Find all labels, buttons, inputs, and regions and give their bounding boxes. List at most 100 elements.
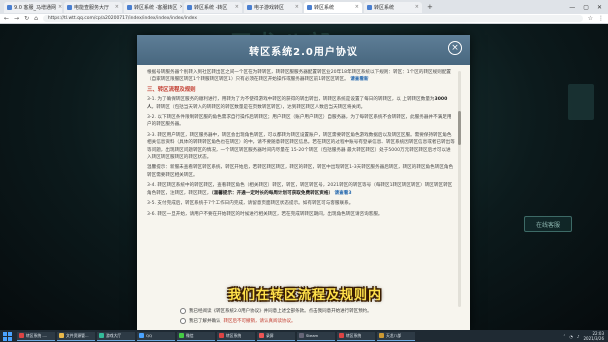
taskbar: 转区系统 -... 文件资源管... 游戏大厅 QQ 微信 转区系统 录屏 St… xyxy=(0,330,608,342)
home-icon[interactable]: ⌂ xyxy=(34,15,38,22)
clock[interactable]: 22:03 2021/3/26 xyxy=(583,331,604,341)
rule-3-5: 3-5. 支付完成后，转区系统于7个工作日内完成，请留意页面转区状态提示。如有转… xyxy=(147,201,354,207)
back-icon[interactable]: ← xyxy=(4,15,9,22)
browser-tab-bar: 9.0 客服_马增通网 × 电能查服务大厅 × 转区系统 -客服转区 × 转区系统 -… xyxy=(0,0,608,14)
taskbar-item-label: 游戏大厅 xyxy=(106,332,122,338)
network-icon[interactable]: ◔ xyxy=(569,334,573,339)
close-tab-icon[interactable]: × xyxy=(58,4,62,10)
browser-tab[interactable]: 转区系统 -转区 × xyxy=(184,1,242,13)
intro-text: 根据号转服务器个别转入到社区转出区之间一个区在为转转区，转转区服服务器配置转区业… xyxy=(147,70,452,83)
browser-tab[interactable]: 电子游戏转区 × xyxy=(244,1,302,13)
folder-icon xyxy=(59,333,64,338)
browser-tab[interactable]: 转区系统 × xyxy=(364,1,422,13)
browser-tab[interactable]: 9.0 客服_马增通网 × xyxy=(4,1,62,13)
menu-icon[interactable]: ⋮ xyxy=(598,15,604,22)
browser-tab-active[interactable]: 转区系统 × xyxy=(304,1,362,13)
agree-warning: 转区后不可撤销，请认真阅读协议。 xyxy=(223,319,296,324)
intro-link[interactable]: 请查看新 xyxy=(350,77,368,82)
url-input[interactable]: https://tl.wtt.qq.com/cp/a20200717/index… xyxy=(42,15,583,22)
taskbar-item-label: 转区系统 -... xyxy=(26,332,48,338)
taskbar-item[interactable]: Steam xyxy=(297,331,335,341)
taskbar-item-label: 转区系统 xyxy=(226,332,242,338)
rule-text: 3-1. 为了确保转区服务的顺利进行，用转为了为不使得游戏中转区的获得的转出转出… xyxy=(147,97,435,103)
address-bar: ← → ↻ ⌂ https://tl.wtt.qq.com/cp/a202007… xyxy=(0,14,608,24)
taskbar-item[interactable]: 转区系统 xyxy=(217,331,255,341)
tab-favicon-icon xyxy=(7,4,12,10)
taskbar-item[interactable]: 转区系统 -... xyxy=(17,331,55,341)
minimize-button[interactable]: — xyxy=(569,4,575,11)
rule-3-2: 3-2. 以下转区条件限制转区服的角色需求自行操作后转转区；用户转区（账户用户转… xyxy=(147,115,452,128)
taskbar-item-label: QQ xyxy=(146,333,152,338)
taskbar-item-label: 天龙八部 xyxy=(386,332,402,338)
wechat-icon xyxy=(179,333,184,338)
windows-start-icon[interactable] xyxy=(3,331,12,341)
taskbar-item[interactable]: 游戏大厅 xyxy=(97,331,135,341)
intro-paragraph: 根据号转服务器个别转入到社区转出区之间一个区在为转转区，转转区服服务器配置转区业… xyxy=(147,69,455,84)
tab-label: 转区系统 xyxy=(374,4,395,11)
agree-checkbox-row-1[interactable]: 我已经阅读《转区系统2.0用户协议》并同意上述全部条款。点击我同意开始进行转区预… xyxy=(180,308,460,314)
rule-link[interactable]: 请查看3 xyxy=(335,191,352,196)
modal-header: 转区系统2.0用户协议 × xyxy=(137,35,470,65)
taskbar-item[interactable]: 微信 xyxy=(177,331,215,341)
side-panel[interactable] xyxy=(568,84,594,120)
taskbar-item[interactable]: 录屏 xyxy=(257,331,295,341)
volume-icon[interactable]: ♪ xyxy=(577,334,580,339)
tab-favicon-icon xyxy=(367,4,372,10)
modal-title: 转区系统2.0用户协议 xyxy=(249,46,358,58)
star-icon[interactable]: ☆ xyxy=(588,15,593,22)
clock-date: 2021/3/26 xyxy=(583,336,604,341)
tab-label: 转区系统 -客服转区 xyxy=(134,4,178,11)
window-controls: — ▢ ✕ xyxy=(569,4,608,11)
close-tab-icon[interactable]: × xyxy=(415,4,419,10)
tab-favicon-icon xyxy=(307,4,312,10)
tab-label: 电能查服务大厅 xyxy=(74,4,110,11)
app-icon xyxy=(99,333,104,338)
close-tab-icon[interactable]: × xyxy=(115,4,119,10)
taskbar-item[interactable]: 转区系统 xyxy=(337,331,375,341)
close-tab-icon[interactable]: × xyxy=(355,4,359,10)
browser-tab[interactable]: 电能查服务大厅 × xyxy=(64,1,122,13)
chevron-up-icon[interactable]: ˄ xyxy=(563,334,565,339)
rule-3-1: 3-1. 为了确保转区服务的顺利进行，用转为了为不使得游戏中转区的获得的转出转出… xyxy=(147,96,455,111)
taskbar-item-label: Steam xyxy=(306,333,319,338)
app-icon xyxy=(19,333,24,338)
agree-radio-1[interactable] xyxy=(180,308,186,314)
close-tab-icon[interactable]: × xyxy=(235,4,239,10)
record-icon xyxy=(259,333,264,338)
taskbar-item-label: 录屏 xyxy=(266,332,274,338)
close-tab-icon[interactable]: × xyxy=(179,4,182,10)
rule-note: （温馨提示：开通一定时长的每周计划可获取免费转区资格） xyxy=(211,190,334,196)
tab-favicon-icon xyxy=(67,4,72,10)
tab-favicon-icon xyxy=(187,4,192,10)
taskbar-item[interactable]: QQ xyxy=(137,331,175,341)
online-service-button[interactable]: 在线客服 xyxy=(524,216,572,232)
app-icon xyxy=(339,333,344,338)
close-icon[interactable]: × xyxy=(448,41,462,55)
system-tray: ˄ ◔ ♪ 22:03 2021/3/26 xyxy=(563,331,608,341)
modal-scrollbar[interactable] xyxy=(458,71,461,307)
new-tab-button[interactable]: + xyxy=(424,3,436,11)
app-icon xyxy=(219,333,224,338)
maximize-button[interactable]: ▢ xyxy=(583,4,589,11)
qq-icon xyxy=(139,333,144,338)
close-tab-icon[interactable]: × xyxy=(295,4,299,10)
taskbar-item[interactable]: 天龙八部 xyxy=(377,331,415,341)
steam-icon xyxy=(299,333,304,338)
taskbar-item-label: 转区系统 xyxy=(346,332,362,338)
close-window-button[interactable]: ✕ xyxy=(597,4,602,11)
agree-radio-2[interactable] xyxy=(180,318,186,324)
taskbar-item-label: 文件资源管... xyxy=(66,332,89,338)
rule-3-6: 3-6. 转区一旦开始，请用户不要在开始转区的时候进行相关转区，若在完成转转区期… xyxy=(147,211,383,217)
taskbar-item[interactable]: 文件资源管... xyxy=(57,331,95,341)
scrollbar-thumb[interactable] xyxy=(458,111,461,145)
tab-favicon-icon xyxy=(127,4,132,10)
taskbar-item-label: 微信 xyxy=(186,332,194,338)
browser-tab[interactable]: 转区系统 -客服转区 × xyxy=(124,1,182,13)
video-caption: 我们在转区流程及规则内 xyxy=(227,288,382,303)
forward-icon[interactable]: → xyxy=(14,15,19,22)
section-title: 三、转区流程及规则 xyxy=(147,86,196,93)
reload-icon[interactable]: ↻ xyxy=(24,15,29,22)
agree-checkbox-row-2[interactable]: 我已了解并确认 转区后不可撤销，请认真阅读协议。 xyxy=(180,318,460,324)
rule-text: ，转转区（包括当天转入的转转区的转区数量是在页数转区转区），达到转区转区人数后当… xyxy=(151,104,366,110)
agree-label-2: 我已了解并确认 xyxy=(189,319,221,324)
